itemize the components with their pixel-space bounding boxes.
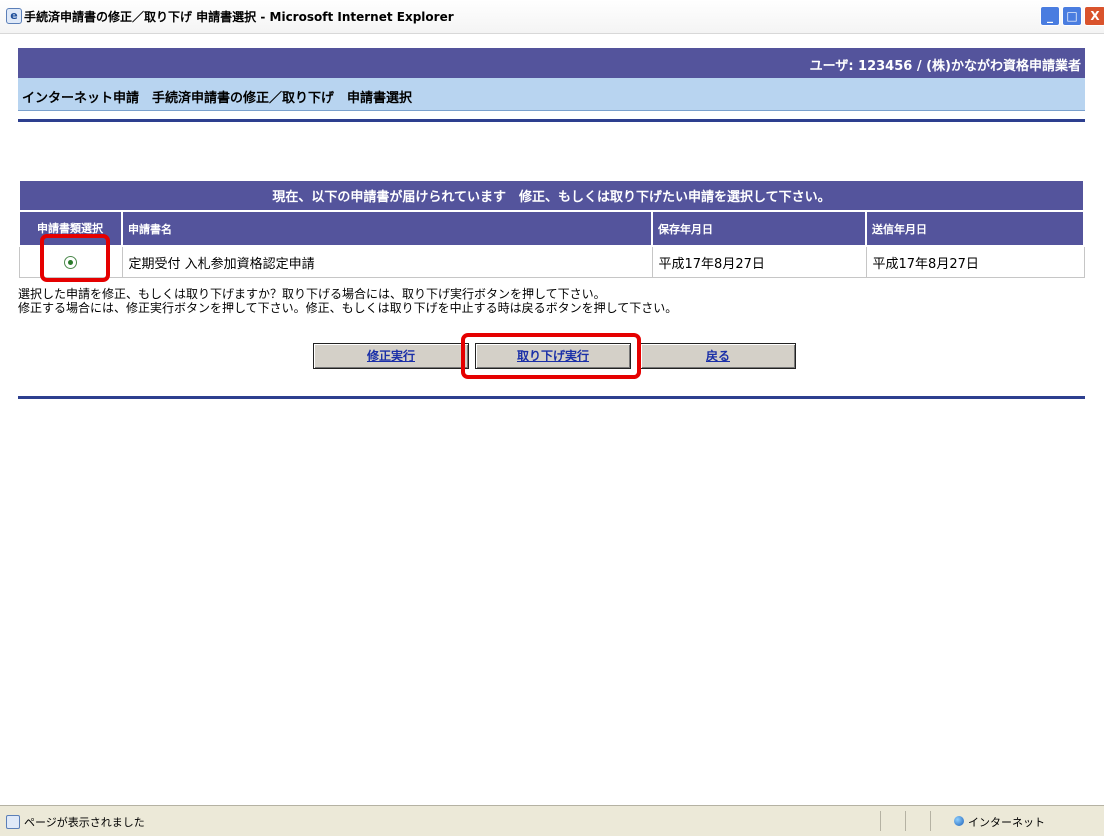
status-separator [905,811,906,831]
modify-button[interactable]: 修正実行 [313,343,469,369]
withdraw-highlight-box [461,333,641,379]
sent-date: 平成17年8月27日 [865,245,1085,278]
user-info: ユーザ: 123456 / (株)かながわ資格申請業者 [809,59,1081,74]
modify-button-label[interactable]: 修正実行 [367,349,415,363]
maximize-button[interactable]: □ [1062,6,1082,26]
user-info-bar: ユーザ: 123456 / (株)かながわ資格申請業者 [18,48,1085,78]
ie-app-icon: e [6,8,22,24]
back-button-label[interactable]: 戻る [706,349,730,363]
status-text: ページが表示されました [24,816,145,829]
security-zone: インターネット [968,816,1045,829]
status-bar: ページが表示されました インターネット [0,805,1104,836]
instruction-line-2: 修正する場合には、修正実行ボタンを押して下さい。修正、もしくは取り下げを中止する… [18,301,678,315]
page-title: インターネット申請 手続済申請書の修正／取り下げ 申請書選択 [22,91,413,106]
divider-bottom [18,396,1085,399]
window-title: 手続済申請書の修正／取り下げ 申請書選択 - Microsoft Interne… [24,10,454,24]
page-title-bar: インターネット申請 手続済申請書の修正／取り下げ 申請書選択 [18,78,1085,111]
minimize-button[interactable]: _ [1040,6,1060,26]
globe-icon [954,816,964,826]
browser-window: e 手続済申請書の修正／取り下げ 申請書選択 - Microsoft Inter… [0,0,1104,836]
column-header-name: 申請書名 [121,210,653,247]
status-separator [930,811,931,831]
status-separator [880,811,881,831]
table-row: 定期受付 入札参加資格認定申請 平成17年8月27日 平成17年8月27日 [18,245,1085,278]
application-table: 現在、以下の申請書が届けられています 修正、もしくは取り下げたい申請を選択して下… [18,179,1085,278]
radio-highlight-box [40,234,110,282]
column-header-sent-date: 送信年月日 [865,210,1085,247]
column-header-saved-date: 保存年月日 [651,210,867,247]
instruction-line-1: 選択した申請を修正、もしくは取り下げますか？取り下げる場合には、取り下げ実行ボタ… [18,287,606,301]
saved-date: 平成17年8月27日 [651,245,867,278]
close-button[interactable]: X [1084,6,1104,26]
application-name: 定期受付 入札参加資格認定申請 [121,245,653,278]
instructions: 選択した申請を修正、もしくは取り下げますか？取り下げる場合には、取り下げ実行ボタ… [18,287,677,315]
back-button[interactable]: 戻る [640,343,796,369]
title-bar: e 手続済申請書の修正／取り下げ 申請書選択 - Microsoft Inter… [0,0,1104,34]
table-caption: 現在、以下の申請書が届けられています 修正、もしくは取り下げたい申請を選択して下… [18,179,1085,212]
divider-top [18,119,1085,122]
page-icon [6,815,20,829]
